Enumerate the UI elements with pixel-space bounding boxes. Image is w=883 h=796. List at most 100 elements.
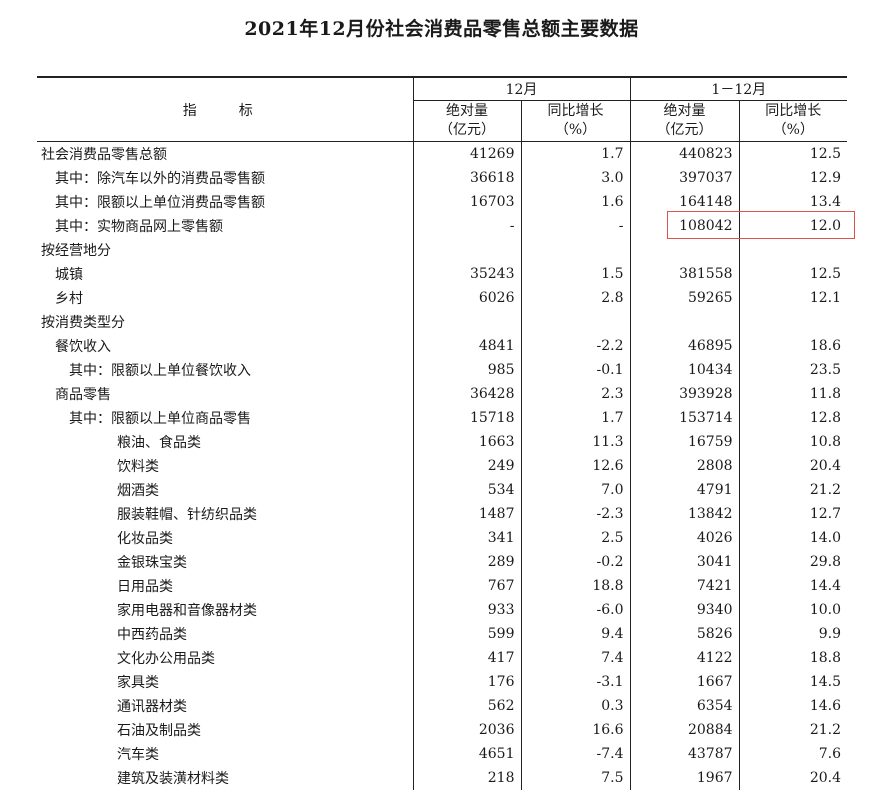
dec-growth-cell: 1.6 [521, 190, 631, 214]
ytd-absolute-cell: 393928 [630, 382, 740, 406]
dec-absolute-cell [413, 238, 522, 262]
row-label: 石油及制品类 [37, 718, 414, 742]
row-label: 粮油、食品类 [37, 430, 414, 454]
dec-growth-cell: 2.3 [521, 382, 631, 406]
header-absolute-unit: （亿元） [656, 122, 713, 138]
table-row: 文化办公用品类 417 7.4 4122 18.8 [37, 646, 847, 670]
dec-absolute-cell: 289 [413, 550, 522, 574]
ytd-growth-cell: 12.5 [809, 266, 842, 282]
row-label: 城镇 [37, 262, 414, 286]
header-absolute-label: 绝对量 [446, 103, 488, 119]
table-row: 商品零售 36428 2.3 393928 11.8 [37, 382, 847, 406]
dec-growth-cell: 2.5 [521, 526, 631, 550]
table-row: 饮料类 249 12.6 2808 20.4 [37, 454, 847, 478]
ytd-growth-cell: 21.2 [809, 722, 842, 738]
dec-growth-cell: 9.4 [521, 622, 631, 646]
row-label: 其中：限额以上单位商品零售 [37, 406, 414, 430]
ytd-absolute-cell: 397037 [630, 166, 740, 190]
table-row: 城镇 35243 1.5 381558 12.5 [37, 262, 847, 286]
table-row: 社会消费品零售总额 41269 1.7 440823 12.5 [37, 141, 847, 166]
ytd-absolute-cell: 153714 [630, 406, 740, 430]
ytd-absolute-cell: 43787 [630, 742, 740, 766]
ytd-absolute-cell: 16759 [630, 430, 740, 454]
row-label: 烟酒类 [37, 478, 414, 502]
dec-growth-cell: 2.8 [521, 286, 631, 310]
row-label: 汽车类 [37, 742, 414, 766]
table-row: 日用品类 767 18.8 7421 14.4 [37, 574, 847, 598]
table-row-section: 按经营地分 [37, 238, 847, 262]
ytd-growth-cell: 14.6 [809, 698, 842, 714]
header-absolute-label: 绝对量 [663, 103, 706, 119]
table-row: 其中：限额以上单位餐饮收入 985 -0.1 10434 23.5 [37, 358, 847, 382]
dec-growth-cell: -2.3 [521, 502, 631, 526]
dec-absolute-cell: 599 [413, 622, 522, 646]
dec-absolute-cell: 35243 [413, 262, 522, 286]
ytd-growth-cell: 12.8 [809, 410, 842, 426]
dec-absolute-cell: 4651 [413, 742, 522, 766]
ytd-absolute-cell: 10434 [630, 358, 740, 382]
table-row: 家用电器和音像器材类 933 -6.0 9340 10.0 [37, 598, 847, 622]
ytd-absolute-cell: 6354 [630, 694, 740, 718]
row-label: 家用电器和音像器材类 [37, 598, 414, 622]
ytd-absolute-cell: 1667 [630, 670, 740, 694]
ytd-absolute-cell: 20884 [630, 718, 740, 742]
ytd-growth-cell: 20.4 [809, 770, 842, 786]
row-label: 日用品类 [37, 574, 414, 598]
table-row-online-retail: 其中：实物商品网上零售额 - -108042 12.0 [37, 214, 847, 238]
ytd-growth-cell: 18.8 [809, 650, 842, 666]
dec-growth-cell: 7.0 [521, 478, 631, 502]
ytd-absolute-cell: 5826 [630, 622, 740, 646]
row-label: 家具类 [37, 670, 414, 694]
row-label: 中西药品类 [37, 622, 414, 646]
table-row: 化妆品类 341 2.5 4026 14.0 [37, 526, 847, 550]
dec-absolute-cell: 417 [413, 646, 522, 670]
row-label: 其中：除汽车以外的消费品零售额 [37, 166, 414, 190]
dec-growth-cell: -7.4 [521, 742, 631, 766]
ytd-growth-cell: 12.1 [809, 290, 842, 306]
dec-absolute-cell: 4841 [413, 334, 522, 358]
ytd-growth-cell: 14.5 [809, 674, 842, 690]
dec-absolute-cell: 985 [413, 358, 522, 382]
dec-absolute-cell [413, 310, 522, 334]
dec-growth-cell: 1.7 [521, 141, 631, 166]
ytd-absolute-cell: 59265 [630, 286, 740, 310]
dec-absolute-cell: 767 [413, 574, 522, 598]
ytd-growth-cell: 14.4 [809, 578, 842, 594]
dec-absolute-cell: 1487 [413, 502, 522, 526]
table-row-section: 按消费类型分 [37, 310, 847, 334]
dec-growth-cell [521, 310, 631, 334]
row-label: 按消费类型分 [37, 310, 414, 334]
table-row: 建筑及装潢材料类 218 7.5 1967 20.4 [37, 766, 847, 790]
dec-growth-cell: 11.3 [521, 430, 631, 454]
table-row: 中西药品类 599 9.4 5826 9.9 [37, 622, 847, 646]
ytd-absolute-cell: 3041 [630, 550, 740, 574]
row-label: 金银珠宝类 [37, 550, 414, 574]
ytd-absolute-cell: 4791 [630, 478, 740, 502]
dec-absolute-cell: 36428 [413, 382, 522, 406]
dec-growth-cell: 1.5 [521, 262, 631, 286]
ytd-absolute-cell: 9340 [630, 598, 740, 622]
dec-growth-cell: 0.3 [521, 694, 631, 718]
header-growth-label: 同比增长 [547, 103, 604, 119]
ytd-growth-cell: 9.9 [818, 626, 842, 642]
dec-absolute-cell: 15718 [413, 406, 522, 430]
dec-absolute-cell: 36618 [413, 166, 522, 190]
table-row: 家具类 176 -3.1 1667 14.5 [37, 670, 847, 694]
dec-growth-cell: 12.6 [521, 454, 631, 478]
header-absolute-unit: （亿元） [439, 122, 495, 138]
ytd-growth-cell [739, 310, 847, 334]
dec-absolute-cell: 16703 [413, 190, 522, 214]
ytd-growth-cell: 21.2 [809, 482, 842, 498]
ytd-growth-cell: 10.8 [809, 434, 842, 450]
row-label: 乡村 [37, 286, 414, 310]
dec-absolute-cell: 534 [413, 478, 522, 502]
row-label: 餐饮收入 [37, 334, 414, 358]
page-title: 2021年12月份社会消费品零售总额主要数据 [244, 18, 639, 40]
header-period-ytd: 1－12月 [630, 76, 848, 101]
dec-growth-cell: -2.2 [521, 334, 631, 358]
ytd-growth-cell: 10.0 [809, 602, 842, 618]
header-ytd-growth: 同比增长 （%） [739, 100, 848, 142]
row-label: 其中：实物商品网上零售额 [37, 214, 414, 238]
dec-growth-cell: -0.1 [521, 358, 631, 382]
header-growth-unit: （%） [772, 122, 814, 138]
